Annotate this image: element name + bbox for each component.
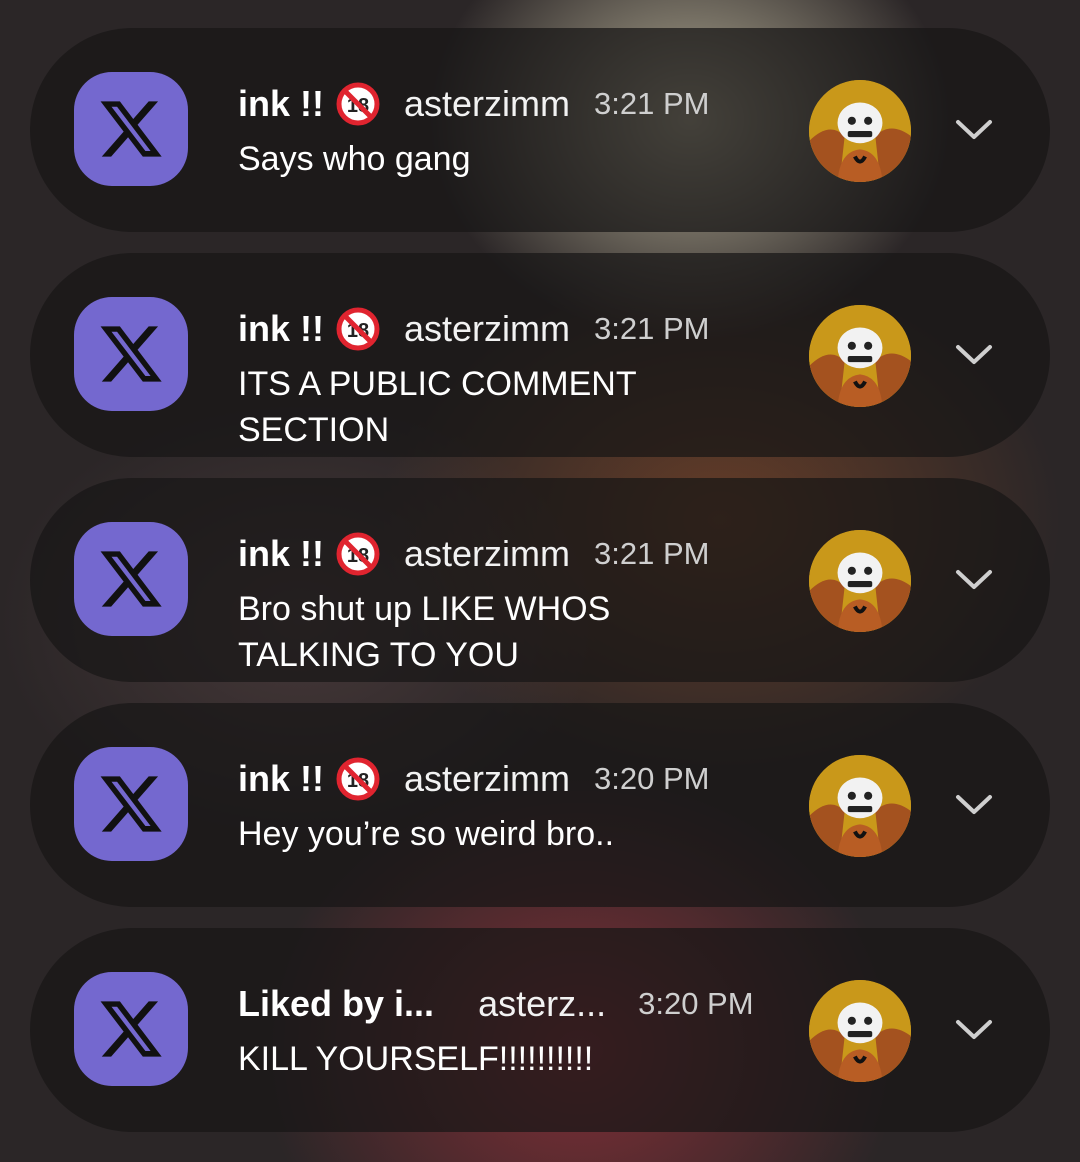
x-logo-icon [74,972,188,1086]
sender-name: ink !! [238,308,324,349]
chevron-down-icon[interactable] [954,116,994,144]
x-logo-icon [74,297,188,411]
sender-name: Liked by i... [238,983,435,1024]
no-under-18-icon: 18 [336,757,380,801]
message-text: Says who gang [238,140,471,178]
skeleton-avatar-icon [809,980,911,1082]
account-name: asterz... [478,983,607,1024]
notification-list: ink !! 18 asterzimm 3:21 PM Says who gan… [0,0,1080,1162]
x-logo-icon [74,72,188,186]
notification-header: ink !! 18 asterzimm 3:21 PM [238,305,709,353]
x-logo-icon [74,747,188,861]
notification-card[interactable]: ink !! 18 asterzimm 3:21 PM Bro shut up … [30,478,1050,682]
message-text: Hey you’re so weird bro.. [238,815,615,853]
skeleton-avatar-icon [809,755,911,857]
no-under-18-icon: 18 [336,307,380,351]
notification-card[interactable]: Liked by i... asterz... 3:20 PM KILL YOU… [30,928,1050,1132]
notification-card[interactable]: ink !! 18 asterzimm 3:21 PM Says who gan… [30,28,1050,232]
notification-header: ink !! 18 asterzimm 3:20 PM [238,755,709,803]
skeleton-avatar-icon [809,305,911,407]
account-name: asterzimm [404,758,571,799]
x-logo-icon [74,522,188,636]
message-text: ITS A PUBLIC COMMENT SECTION [238,365,637,449]
account-name: asterzimm [404,83,571,124]
notification-card[interactable]: ink !! 18 asterzimm 3:21 PM ITS A PUBLIC… [30,253,1050,457]
account-name: asterzimm [404,308,571,349]
sender-name: ink !! [238,83,324,124]
message-text: KILL YOURSELF!!!!!!!!!! [238,1040,594,1078]
no-under-18-icon: 18 [336,532,380,576]
notification-card[interactable]: ink !! 18 asterzimm 3:20 PM Hey you’re s… [30,703,1050,907]
timestamp: 3:21 PM [594,536,710,571]
no-under-18-icon: 18 [336,82,380,126]
sender-name: ink !! [238,533,324,574]
skeleton-avatar-icon [809,530,911,632]
notification-header: ink !! 18 asterzimm 3:21 PM [238,530,709,578]
timestamp: 3:21 PM [594,86,710,121]
timestamp: 3:21 PM [594,311,710,346]
message-text: Bro shut up LIKE WHOS TALKING TO YOU [238,590,611,674]
notification-header: ink !! 18 asterzimm 3:21 PM [238,80,709,128]
timestamp: 3:20 PM [638,986,754,1021]
chevron-down-icon[interactable] [954,791,994,819]
skeleton-avatar-icon [809,80,911,182]
chevron-down-icon[interactable] [954,566,994,594]
sender-name: ink !! [238,758,324,799]
timestamp: 3:20 PM [594,761,710,796]
chevron-down-icon[interactable] [954,341,994,369]
account-name: asterzimm [404,533,571,574]
chevron-down-icon[interactable] [954,1016,994,1044]
notification-header: Liked by i... asterz... 3:20 PM [238,980,754,1028]
